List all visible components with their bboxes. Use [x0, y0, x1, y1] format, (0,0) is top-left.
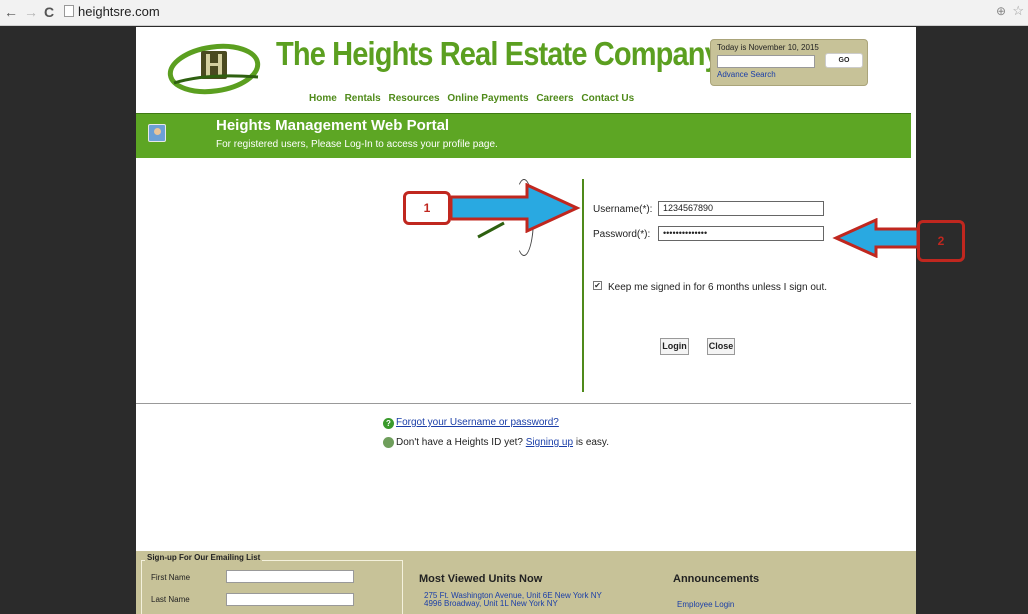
reload-icon[interactable]: C	[44, 4, 54, 20]
company-logo	[167, 43, 261, 95]
page-content: The Heights Real Estate Company Home Ren…	[136, 27, 916, 614]
close-button[interactable]: Close	[707, 338, 735, 355]
form-divider	[582, 179, 584, 392]
no-id-text: Don't have a Heights ID yet?	[396, 437, 523, 448]
first-name-label: First Name	[151, 573, 191, 582]
date-text: Today is November 10, 2015	[717, 43, 819, 52]
employee-login-link[interactable]: Employee Login	[677, 600, 734, 609]
portal-title: Heights Management Web Portal	[216, 117, 450, 134]
nav-contact-us[interactable]: Contact Us	[581, 93, 634, 104]
search-box: Today is November 10, 2015 GO Advance Se…	[710, 39, 868, 86]
nav-rentals[interactable]: Rentals	[345, 93, 381, 104]
annotation-arrow-left-icon	[832, 218, 920, 258]
annotation-label-2: 2	[917, 220, 965, 262]
login-button[interactable]: Login	[660, 338, 689, 355]
username-input[interactable]: 1234567890	[658, 201, 824, 216]
is-easy-text: is easy.	[575, 437, 609, 448]
forgot-credentials-link[interactable]: Forgot your Username or password?	[396, 417, 559, 428]
page-background-left	[0, 27, 136, 614]
last-name-label: Last Name	[151, 595, 190, 604]
password-label: Password(*):	[593, 229, 651, 240]
advance-search-link[interactable]: Advance Search	[717, 70, 776, 79]
main-nav: Home Rentals Resources Online Payments C…	[309, 93, 639, 104]
back-arrow-icon[interactable]: ←	[4, 4, 18, 20]
keep-signed-in-checkbox[interactable]: ✔	[593, 281, 602, 290]
portal-subtitle: For registered users, Please Log-In to a…	[216, 139, 498, 150]
site-title: The Heights Real Estate Company	[276, 35, 721, 72]
annotation-arrow-right-icon	[451, 183, 581, 233]
search-input[interactable]	[717, 55, 815, 68]
nav-careers[interactable]: Careers	[536, 93, 573, 104]
bookmark-star-icon[interactable]: ☆	[1012, 3, 1024, 19]
nav-online-payments[interactable]: Online Payments	[447, 93, 528, 104]
most-viewed-title: Most Viewed Units Now	[419, 573, 543, 585]
first-name-input[interactable]	[226, 570, 354, 583]
portal-banner: Heights Management Web Portal For regist…	[136, 113, 911, 158]
browser-toolbar: ← → C heightsre.com ⊕ ☆	[0, 0, 1028, 26]
section-divider	[136, 403, 911, 404]
last-name-input[interactable]	[226, 593, 354, 606]
nav-resources[interactable]: Resources	[388, 93, 439, 104]
username-label: Username(*):	[593, 204, 653, 215]
address-bar[interactable]: heightsre.com	[64, 4, 984, 22]
keep-signed-in-label: Keep me signed in for 6 months unless I …	[608, 282, 828, 293]
url-text: heightsre.com	[78, 4, 160, 19]
page-footer: Sign-up For Our Emailing List First Name…	[136, 551, 916, 614]
page-background-right	[916, 27, 1028, 614]
help-question-icon: ?	[383, 418, 394, 429]
unit-link[interactable]: 4996 Broadway, Unit 1L New York NY	[424, 599, 558, 608]
go-button[interactable]: GO	[825, 53, 863, 68]
user-avatar-icon	[383, 437, 394, 448]
nav-home[interactable]: Home	[309, 93, 337, 104]
password-input[interactable]: ••••••••••••••	[658, 226, 824, 241]
announcements-title: Announcements	[673, 573, 760, 585]
annotation-label-1: 1	[403, 191, 451, 225]
zoom-icon[interactable]: ⊕	[996, 4, 1006, 18]
mailing-list-title: Sign-up For Our Emailing List	[145, 553, 263, 562]
page-icon	[64, 5, 74, 17]
signup-text: Don't have a Heights ID yet? Signing up …	[396, 437, 609, 448]
forward-arrow-icon[interactable]: →	[24, 4, 38, 20]
signing-up-link[interactable]: Signing up	[526, 437, 573, 448]
user-profile-icon	[148, 124, 166, 142]
